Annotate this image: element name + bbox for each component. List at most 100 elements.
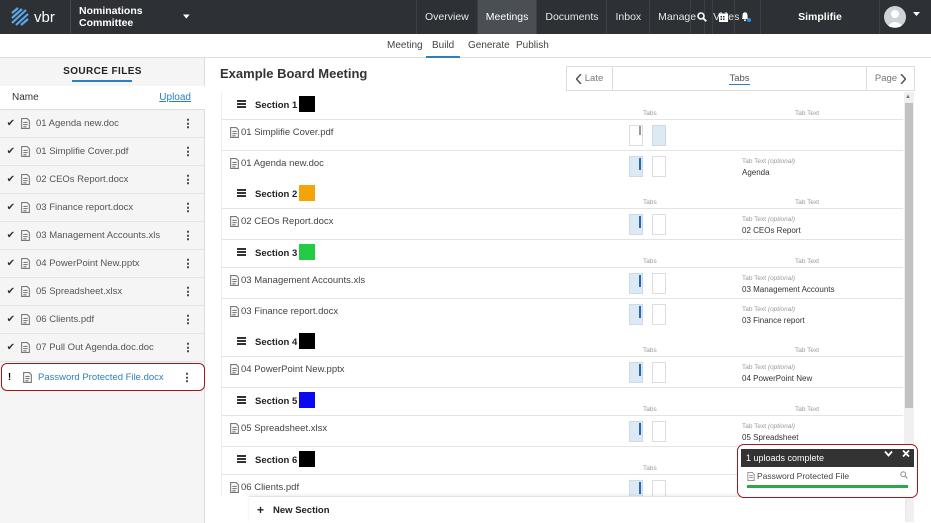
new-section-button[interactable]: + New Section <box>249 496 905 523</box>
tab-slot-left[interactable] <box>629 125 643 146</box>
document-row[interactable]: 04 PowerPoint New.pptx Tab Text (optional… <box>222 357 903 388</box>
document-icon <box>230 275 239 286</box>
source-file-row[interactable]: ✔ 05 Spreadsheet.xlsx ⋮ <box>0 278 205 306</box>
nav-overview[interactable]: Overview <box>416 0 477 34</box>
tab-slot-left[interactable] <box>629 304 643 325</box>
tab-slot-left[interactable] <box>629 156 643 177</box>
search-icon[interactable] <box>900 471 908 479</box>
document-row[interactable]: 01 Agenda new.doc Tab Text (optional) Agen… <box>222 151 903 182</box>
section-row[interactable]: Section 2 Tabs Tab Text <box>222 181 903 209</box>
section-color-swatch[interactable] <box>299 96 315 112</box>
drag-handle-icon[interactable] <box>237 248 246 256</box>
more-options-icon[interactable]: ⋮ <box>181 285 195 298</box>
nav-meetings[interactable]: Meetings <box>476 0 537 34</box>
more-options-icon[interactable]: ⋮ <box>181 173 195 186</box>
section-row[interactable]: Section 3 Tabs Tab Text <box>222 240 903 268</box>
plus-icon: + <box>257 503 265 517</box>
document-icon <box>230 216 239 227</box>
tab-text-value[interactable]: 03 Finance report <box>742 316 805 325</box>
more-options-icon[interactable]: ⋮ <box>181 341 195 354</box>
tab-generate[interactable]: Generate <box>462 34 516 58</box>
document-icon <box>230 482 239 493</box>
tab-slot-left[interactable] <box>629 480 643 496</box>
tab-slot-left[interactable] <box>629 362 643 383</box>
brand-logo[interactable]: vbr <box>0 0 70 34</box>
tab-slot-right[interactable] <box>652 214 666 235</box>
tab-slot-left[interactable] <box>629 273 643 294</box>
search-button[interactable] <box>690 0 712 34</box>
chevron-down-icon[interactable] <box>884 449 893 458</box>
more-options-icon[interactable]: ⋮ <box>180 371 194 384</box>
document-row[interactable]: 03 Management Accounts.xls Tab Text (opti… <box>222 268 903 299</box>
document-row[interactable]: 03 Finance report.docx Tab Text (optional… <box>222 299 903 330</box>
drag-handle-icon[interactable] <box>237 100 246 108</box>
scrollbar-thumb[interactable] <box>905 103 913 408</box>
more-options-icon[interactable]: ⋮ <box>181 201 195 214</box>
section-color-swatch[interactable] <box>299 451 315 467</box>
tab-slot-right[interactable] <box>652 125 666 146</box>
tab-slot-right[interactable] <box>652 156 666 177</box>
tab-slot-right[interactable] <box>652 273 666 294</box>
more-options-icon[interactable]: ⋮ <box>181 229 195 242</box>
document-row[interactable]: 01 Simplifie Cover.pdf <box>222 120 903 151</box>
tab-text-value[interactable]: 04 PowerPoint New <box>742 374 812 383</box>
more-options-icon[interactable]: ⋮ <box>181 257 195 270</box>
drag-handle-icon[interactable] <box>237 455 246 463</box>
source-file-row[interactable]: ✔ 01 Simplifie Cover.pdf ⋮ <box>0 138 205 166</box>
tab-text-value[interactable]: 03 Management Accounts <box>742 285 835 294</box>
tab-slot-left[interactable] <box>629 214 643 235</box>
section-row[interactable]: Section 4 Tabs Tab Text <box>222 329 903 357</box>
section-color-swatch[interactable] <box>299 333 315 349</box>
section-name: Section 3 <box>255 248 298 259</box>
section-color-swatch[interactable] <box>299 244 315 260</box>
tab-build[interactable]: Build <box>426 34 461 58</box>
tab-text-value[interactable]: 02 CEOs Report <box>742 226 801 235</box>
document-row[interactable]: 05 Spreadsheet.xlsx Tab Text (optional) 05… <box>222 416 903 447</box>
source-file-row[interactable]: ✔ 03 Management Accounts.xls ⋮ <box>0 222 205 250</box>
more-options-icon[interactable]: ⋮ <box>181 313 195 326</box>
tab-slot-right[interactable] <box>652 421 666 442</box>
tab-text-value[interactable]: 05 Spreadsheet <box>742 433 799 442</box>
source-file-row[interactable]: ✔ 07 Pull Out Agenda.doc.doc ⋮ <box>0 334 205 362</box>
tabs-view-button[interactable]: Tabs <box>613 67 866 90</box>
sub-nav: Meeting Build Generate Publish <box>0 34 931 58</box>
document-row[interactable]: 02 CEOs Report.docx Tab Text (optional) 02… <box>222 209 903 240</box>
nav-inbox[interactable]: Inbox <box>606 0 649 34</box>
scroll-up-arrow[interactable]: ▲ <box>905 94 911 100</box>
avatar[interactable] <box>884 6 906 28</box>
organisation-name[interactable]: Simplifie <box>760 0 880 34</box>
source-file-row[interactable]: ✔ 04 PowerPoint New.pptx ⋮ <box>0 250 205 278</box>
drag-handle-icon[interactable] <box>237 396 246 404</box>
page-button[interactable]: Page <box>866 67 914 90</box>
committee-selector[interactable]: Nominations Committee <box>70 0 190 34</box>
tab-slot-right[interactable] <box>652 480 666 496</box>
source-file-row[interactable]: ✔ 02 CEOs Report.docx ⋮ <box>0 166 205 194</box>
upload-link[interactable]: Upload <box>159 92 191 103</box>
source-file-row[interactable]: ! Password Protected File.docx ⋮ <box>1 363 205 391</box>
close-icon[interactable] <box>902 449 910 458</box>
more-options-icon[interactable]: ⋮ <box>181 145 195 158</box>
section-color-swatch[interactable] <box>299 392 315 408</box>
upload-status-popup: 1 uploads complete Password Protected Fi… <box>737 444 918 498</box>
tab-text-value[interactable]: Agenda <box>742 168 770 177</box>
nav-documents[interactable]: Documents <box>536 0 606 34</box>
section-row[interactable]: Section 5 Tabs Tab Text <box>222 388 903 416</box>
notifications-button[interactable] <box>734 0 756 34</box>
source-file-row[interactable]: ✔ 06 Clients.pdf ⋮ <box>0 306 205 334</box>
source-file-row[interactable]: ✔ 03 Finance report.docx ⋮ <box>0 194 205 222</box>
tab-publish[interactable]: Publish <box>510 34 555 58</box>
tab-meeting[interactable]: Meeting <box>381 34 429 58</box>
late-button[interactable]: Late <box>567 67 613 90</box>
drag-handle-icon[interactable] <box>237 189 246 197</box>
source-file-row[interactable]: ✔ 01 Agenda new.doc ⋮ <box>0 110 205 138</box>
chevron-down-icon[interactable] <box>913 12 920 17</box>
tab-slot-right[interactable] <box>652 362 666 383</box>
drag-handle-icon[interactable] <box>237 337 246 345</box>
tab-slot-left[interactable] <box>629 421 643 442</box>
check-icon: ✔ <box>6 258 15 269</box>
calendar-button[interactable] <box>712 0 734 34</box>
tab-slot-right[interactable] <box>652 304 666 325</box>
more-options-icon[interactable]: ⋮ <box>181 117 195 130</box>
top-navbar: vbr Nominations Committee Overview Meeti… <box>0 0 931 34</box>
section-color-swatch[interactable] <box>299 185 315 201</box>
